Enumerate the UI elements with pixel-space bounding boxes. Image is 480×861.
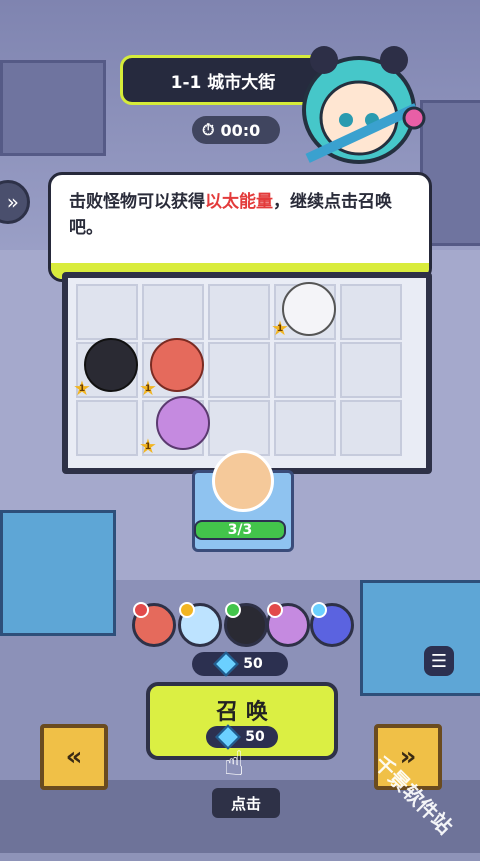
unit-red-hood[interactable] xyxy=(150,338,204,392)
level-star-icon: ★ 1 xyxy=(271,316,289,340)
dialog-text-part1: 击败怪物可以获得 xyxy=(69,192,205,212)
level-star-icon: ★ 1 xyxy=(139,434,157,458)
board-cell[interactable] xyxy=(340,342,402,398)
dialog-text: 击败怪物可以获得以太能量，继续点击召唤吧。 xyxy=(69,189,409,241)
element-badge-icon xyxy=(133,602,149,618)
left-arrow-sign: « xyxy=(40,724,108,790)
element-badge-icon xyxy=(311,602,327,618)
dialog-highlight: 以太能量 xyxy=(205,192,273,212)
summon-count-text: 3/3 xyxy=(227,522,253,538)
element-badge-icon xyxy=(179,602,195,618)
roster-hero[interactable] xyxy=(178,602,222,647)
board-cell[interactable] xyxy=(274,342,336,398)
unit-level: 1 xyxy=(276,324,284,334)
level-star-icon: ★ 1 xyxy=(73,376,91,400)
stage-timer: ⏱ 00:0 xyxy=(192,116,280,144)
building-left xyxy=(0,60,106,156)
unit-black-hair[interactable] xyxy=(84,338,138,392)
board-cell[interactable] xyxy=(340,400,402,456)
timer-value: 00:0 xyxy=(220,120,261,140)
element-badge-icon xyxy=(225,602,241,618)
ether-gem-icon xyxy=(213,651,239,677)
board-cell[interactable] xyxy=(340,284,402,340)
roster-hero[interactable] xyxy=(266,602,310,647)
board-cell[interactable] xyxy=(208,284,270,340)
board-cell[interactable] xyxy=(76,400,138,456)
unit-white-hair[interactable] xyxy=(282,282,336,336)
unit-feather-hat[interactable] xyxy=(156,396,210,450)
unit-level: 1 xyxy=(144,442,152,452)
list-icon: ☰ xyxy=(430,650,448,672)
currency-amount: 50 xyxy=(243,656,263,672)
blue-machine-right xyxy=(360,580,480,696)
summon-pad-hero[interactable] xyxy=(212,450,274,512)
summon-count-bar: 3/3 xyxy=(194,520,286,540)
ether-currency: 50 xyxy=(192,651,288,677)
roster-hero[interactable] xyxy=(224,602,268,647)
unit-level: 1 xyxy=(144,384,152,394)
blue-machine-left xyxy=(0,510,116,636)
summon-label: 召 唤 xyxy=(216,700,268,725)
board-cell[interactable] xyxy=(274,400,336,456)
tap-hint: 点击 xyxy=(212,788,280,818)
unit-level: 1 xyxy=(78,384,86,394)
board-cell[interactable] xyxy=(208,400,270,456)
summon-cost-value: 50 xyxy=(245,729,265,745)
roster-hero[interactable] xyxy=(310,602,354,647)
double-chevron-icon: » xyxy=(6,190,19,214)
element-badge-icon xyxy=(267,602,283,618)
level-star-icon: ★ 1 xyxy=(139,376,157,400)
tutorial-dialog: 击败怪物可以获得以太能量，继续点击召唤吧。 xyxy=(48,172,432,282)
double-chevron-left-icon: « xyxy=(65,742,83,772)
board-cell[interactable] xyxy=(76,284,138,340)
guide-character xyxy=(302,46,426,164)
clock-icon: ⏱ xyxy=(202,120,215,139)
menu-button[interactable]: ☰ xyxy=(424,646,454,676)
board-cell[interactable] xyxy=(142,284,204,340)
roster-hero[interactable] xyxy=(132,602,176,647)
pointing-hand-icon: ☝ xyxy=(223,744,245,784)
board-cell[interactable] xyxy=(208,342,270,398)
